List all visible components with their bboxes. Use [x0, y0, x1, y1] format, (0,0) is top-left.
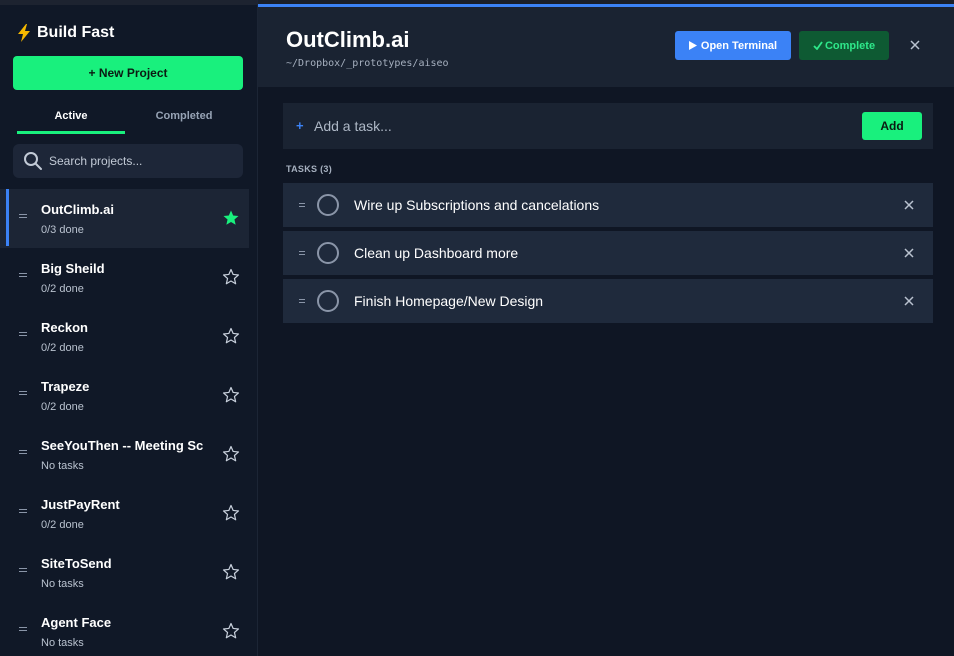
selected-indicator — [6, 189, 9, 246]
new-project-button[interactable]: + New Project — [13, 56, 243, 90]
add-task-row: + Add — [283, 103, 933, 149]
tab-active[interactable]: Active — [17, 104, 125, 134]
plus-icon: + — [296, 118, 304, 133]
sidebar-top-strip — [0, 0, 257, 5]
add-task-button[interactable]: Add — [862, 112, 922, 140]
add-task-input[interactable] — [314, 115, 854, 137]
project-status: No tasks — [41, 637, 84, 649]
project-name: SeeYouThen -- Meeting Sc — [41, 438, 204, 453]
task-row: Finish Homepage/New Design — [283, 279, 933, 323]
project-status: 0/3 done — [41, 224, 84, 236]
star-outline-icon[interactable] — [222, 445, 240, 463]
task-text: Wire up Subscriptions and cancelations — [354, 197, 600, 213]
task-checkbox[interactable] — [317, 194, 339, 216]
close-icon[interactable] — [901, 197, 917, 213]
task-checkbox[interactable] — [317, 242, 339, 264]
project-item[interactable]: SiteToSend No tasks — [0, 543, 257, 602]
task-text: Clean up Dashboard more — [354, 245, 519, 261]
complete-button[interactable]: Complete — [799, 31, 889, 60]
project-item[interactable]: Agent Face No tasks — [0, 602, 257, 656]
star-outline-icon[interactable] — [222, 386, 240, 404]
drag-handle-icon[interactable] — [299, 203, 305, 207]
main-panel: OutClimb.ai ~/Dropbox/_prototypes/aiseo … — [258, 0, 954, 656]
star-outline-icon[interactable] — [222, 622, 240, 640]
project-status: No tasks — [41, 460, 84, 472]
close-icon[interactable] — [901, 245, 917, 261]
task-checkbox[interactable] — [317, 290, 339, 312]
project-status: No tasks — [41, 578, 84, 590]
star-filled-icon[interactable] — [222, 209, 240, 227]
page-title: OutClimb.ai — [286, 27, 410, 52]
play-icon — [688, 41, 697, 50]
project-item[interactable]: SeeYouThen -- Meeting Sc No tasks — [0, 425, 257, 484]
project-status: 0/2 done — [41, 283, 84, 295]
open-terminal-button[interactable]: Open Terminal — [675, 31, 791, 60]
close-button[interactable] — [906, 36, 924, 54]
project-name: Agent Face — [41, 615, 112, 630]
tab-completed[interactable]: Completed — [125, 104, 243, 134]
project-item[interactable]: Big Sheild 0/2 done — [0, 248, 257, 307]
drag-handle-icon[interactable] — [19, 450, 27, 454]
project-name: JustPayRent — [41, 497, 120, 512]
check-icon — [813, 41, 823, 50]
project-item[interactable]: Trapeze 0/2 done — [0, 366, 257, 425]
star-outline-icon[interactable] — [222, 563, 240, 581]
complete-label: Complete — [824, 39, 876, 52]
project-name: Trapeze — [41, 379, 90, 394]
task-row: Clean up Dashboard more — [283, 231, 933, 275]
project-item[interactable]: JustPayRent 0/2 done — [0, 484, 257, 543]
project-name: SiteToSend — [41, 556, 112, 571]
project-tabs: Active Completed — [17, 104, 243, 134]
project-status: 0/2 done — [41, 342, 84, 354]
search-icon — [24, 152, 42, 170]
drag-handle-icon[interactable] — [19, 509, 27, 513]
drag-handle-icon[interactable] — [19, 214, 27, 218]
project-item[interactable]: Reckon 0/2 done — [0, 307, 257, 366]
drag-handle-icon[interactable] — [299, 299, 305, 303]
project-status: 0/2 done — [41, 401, 84, 413]
project-header: OutClimb.ai ~/Dropbox/_prototypes/aiseo … — [258, 7, 954, 87]
open-terminal-label: Open Terminal — [700, 39, 778, 52]
project-list: OutClimb.ai 0/3 done Big Sheild 0/2 done… — [0, 189, 257, 656]
drag-handle-icon[interactable] — [19, 391, 27, 395]
sidebar: Build Fast + New Project Active Complete… — [0, 0, 258, 656]
close-icon — [910, 40, 920, 50]
drag-handle-icon[interactable] — [19, 627, 27, 631]
close-icon[interactable] — [901, 293, 917, 309]
lightning-bolt-icon — [18, 24, 30, 42]
drag-handle-icon[interactable] — [19, 273, 27, 277]
drag-handle-icon[interactable] — [19, 332, 27, 336]
project-name: Big Sheild — [41, 261, 105, 276]
brand: Build Fast — [17, 22, 114, 44]
project-name: OutClimb.ai — [41, 202, 114, 217]
project-search — [13, 144, 243, 178]
tasks-heading: TASKS (3) — [286, 164, 333, 174]
brand-name: Build Fast — [37, 24, 115, 41]
project-path: ~/Dropbox/_prototypes/aiseo — [286, 58, 449, 69]
project-item[interactable]: OutClimb.ai 0/3 done — [0, 189, 249, 248]
project-status: 0/2 done — [41, 519, 84, 531]
drag-handle-icon[interactable] — [19, 568, 27, 572]
star-outline-icon[interactable] — [222, 504, 240, 522]
drag-handle-icon[interactable] — [299, 251, 305, 255]
app-window: Build Fast + New Project Active Complete… — [0, 0, 954, 656]
star-outline-icon[interactable] — [222, 268, 240, 286]
task-row: Wire up Subscriptions and cancelations — [283, 183, 933, 227]
project-name: Reckon — [41, 320, 88, 335]
task-text: Finish Homepage/New Design — [354, 293, 544, 309]
star-outline-icon[interactable] — [222, 327, 240, 345]
search-input[interactable] — [49, 154, 229, 168]
